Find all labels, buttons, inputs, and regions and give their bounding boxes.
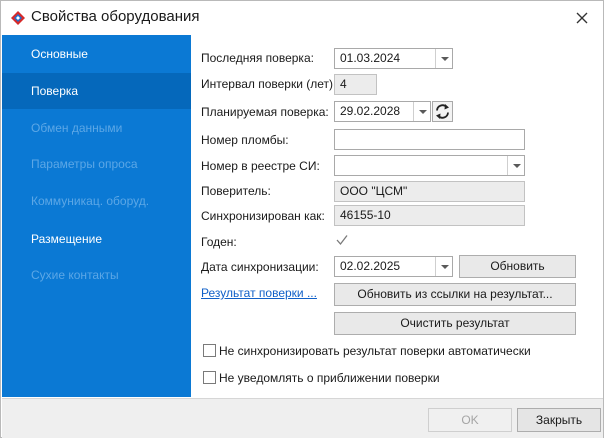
verification-panel: Последняя поверка: 01.03.2024 Интервал п… bbox=[191, 35, 603, 397]
interval-label: Интервал поверки (лет): bbox=[201, 77, 337, 91]
sidebar-item-dry-contacts: Сухие контакты bbox=[31, 268, 119, 282]
verifier-field: ООО "ЦСМ" bbox=[334, 181, 525, 202]
chevron-down-icon[interactable] bbox=[507, 156, 524, 175]
registry-number-label: Номер в реестре СИ: bbox=[201, 159, 320, 173]
last-check-value: 01.03.2024 bbox=[340, 51, 401, 65]
chevron-down-icon[interactable] bbox=[413, 102, 430, 121]
app-logo-icon bbox=[11, 11, 25, 25]
chevron-down-icon[interactable] bbox=[435, 257, 452, 276]
chevron-down-icon[interactable] bbox=[435, 49, 452, 68]
seal-number-input[interactable] bbox=[334, 129, 525, 150]
refresh-icon bbox=[436, 104, 449, 119]
no-notify-checkbox[interactable] bbox=[203, 371, 216, 384]
verifier-label: Поверитель: bbox=[201, 184, 271, 198]
synced-as-field: 46155-10 bbox=[334, 205, 525, 226]
sync-date-picker[interactable]: 02.02.2025 bbox=[334, 256, 453, 277]
last-check-label: Последняя поверка: bbox=[201, 51, 314, 65]
recalculate-button[interactable] bbox=[432, 101, 453, 122]
verifier-value: ООО "ЦСМ" bbox=[340, 184, 408, 198]
sync-date-label: Дата синхронизации: bbox=[201, 260, 319, 274]
close-icon[interactable] bbox=[571, 7, 593, 29]
last-check-date-picker[interactable]: 01.03.2024 bbox=[334, 48, 453, 69]
planned-check-date-picker[interactable]: 29.02.2028 bbox=[334, 101, 431, 122]
update-from-link-button[interactable]: Обновить из ссылки на результат... bbox=[334, 283, 576, 306]
synced-as-label: Синхронизирован как: bbox=[201, 209, 325, 223]
sync-date-value: 02.02.2025 bbox=[340, 259, 401, 273]
planned-check-label: Планируемая поверка: bbox=[201, 105, 329, 119]
window-title: Свойства оборудования bbox=[31, 8, 200, 25]
sidebar-item-data-exchange: Обмен данными bbox=[31, 121, 123, 135]
sidebar-item-placement[interactable]: Размещение bbox=[2, 221, 191, 257]
check-icon bbox=[336, 235, 348, 246]
synced-as-value: 46155-10 bbox=[340, 208, 391, 222]
equipment-properties-dialog: Свойства оборудования Основные Поверка О… bbox=[0, 0, 604, 438]
no-notify-label: Не уведомлять о приближении поверки bbox=[219, 371, 440, 385]
update-button[interactable]: Обновить bbox=[459, 255, 576, 278]
sidebar: Основные Поверка Обмен данными Параметры… bbox=[2, 35, 191, 397]
clear-result-button[interactable]: Очистить результат bbox=[334, 312, 576, 335]
sidebar-item-polling-params: Параметры опроса bbox=[31, 157, 138, 171]
ok-button[interactable]: OK bbox=[428, 408, 512, 432]
seal-number-label: Номер пломбы: bbox=[201, 133, 289, 147]
planned-check-value: 29.02.2028 bbox=[340, 104, 401, 118]
sidebar-item-comm-equipment: Коммуникац. оборуд. bbox=[31, 194, 150, 208]
interval-field: 4 bbox=[334, 74, 377, 95]
no-auto-sync-label: Не синхронизировать результат поверки ав… bbox=[219, 344, 531, 358]
title-bar: Свойства оборудования bbox=[1, 1, 603, 33]
sidebar-item-main[interactable]: Основные bbox=[2, 36, 191, 72]
no-auto-sync-checkbox[interactable] bbox=[203, 344, 216, 357]
dialog-footer: OK Закрыть bbox=[2, 398, 603, 438]
registry-number-select[interactable] bbox=[334, 155, 525, 176]
interval-value: 4 bbox=[340, 77, 347, 91]
sidebar-item-verification[interactable]: Поверка bbox=[2, 73, 191, 109]
close-button[interactable]: Закрыть bbox=[517, 408, 601, 432]
verification-result-link[interactable]: Результат поверки ... bbox=[201, 286, 317, 300]
valid-label: Годен: bbox=[201, 235, 237, 249]
